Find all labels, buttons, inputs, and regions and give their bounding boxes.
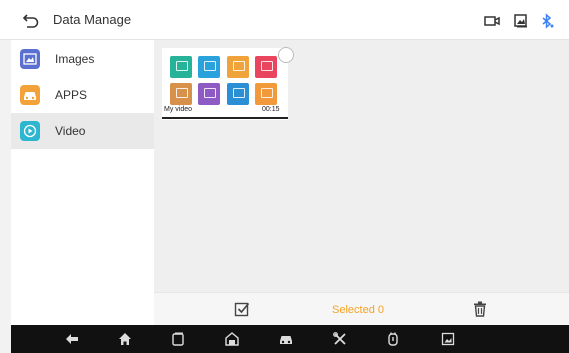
nav-tools-icon[interactable] [332, 331, 348, 347]
sidebar-item-apps[interactable]: APPS [11, 77, 154, 113]
action-bar: Selected 0 [154, 292, 569, 325]
app-tile [198, 83, 220, 105]
video-duration: 00:15 [262, 106, 280, 113]
select-checkbox[interactable] [278, 47, 294, 63]
sidebar-item-video[interactable]: Video [11, 113, 154, 149]
app-tile [170, 56, 192, 78]
sidebar-item-label: Images [55, 52, 95, 66]
app-tile [255, 56, 277, 78]
page-title: Data Manage [53, 12, 132, 27]
progress-bar [162, 117, 288, 119]
play-icon [20, 121, 40, 141]
video-camera-icon[interactable] [484, 13, 500, 29]
select-all-icon[interactable] [234, 301, 250, 317]
sidebar: Images APPS Video [11, 40, 154, 325]
system-nav-bar [11, 325, 569, 353]
nav-screenshot-icon[interactable] [440, 331, 456, 347]
trash-icon[interactable] [473, 301, 487, 317]
app-tile [227, 56, 249, 78]
nav-garage-icon[interactable] [224, 331, 240, 347]
sidebar-item-label: Video [55, 124, 86, 138]
header-bar: Data Manage [0, 0, 569, 40]
app-tile [198, 56, 220, 78]
nav-back-icon[interactable] [64, 331, 80, 347]
back-arrow-icon[interactable] [22, 13, 40, 29]
nav-car-icon[interactable] [278, 331, 294, 347]
car-icon [20, 85, 40, 105]
nav-home-icon[interactable] [117, 331, 133, 347]
selected-count: Selected 0 [332, 304, 384, 316]
app-tile [227, 83, 249, 105]
nav-recent-icon[interactable] [170, 331, 186, 347]
video-title: My video [164, 106, 193, 113]
app-tile [255, 83, 277, 105]
images-icon [20, 49, 40, 69]
sidebar-item-images[interactable]: Images [11, 41, 154, 77]
image-icon[interactable] [513, 13, 529, 29]
nav-vci-icon[interactable] [385, 331, 401, 347]
app-frame: Data Manage Images APPS Video My video 0… [0, 0, 569, 353]
video-thumbnail[interactable]: My video 00:15 [162, 47, 294, 120]
bluetooth-icon[interactable] [539, 13, 555, 29]
app-tile [170, 83, 192, 105]
sidebar-item-label: APPS [55, 88, 88, 102]
content-area: My video 00:15 [154, 40, 569, 292]
